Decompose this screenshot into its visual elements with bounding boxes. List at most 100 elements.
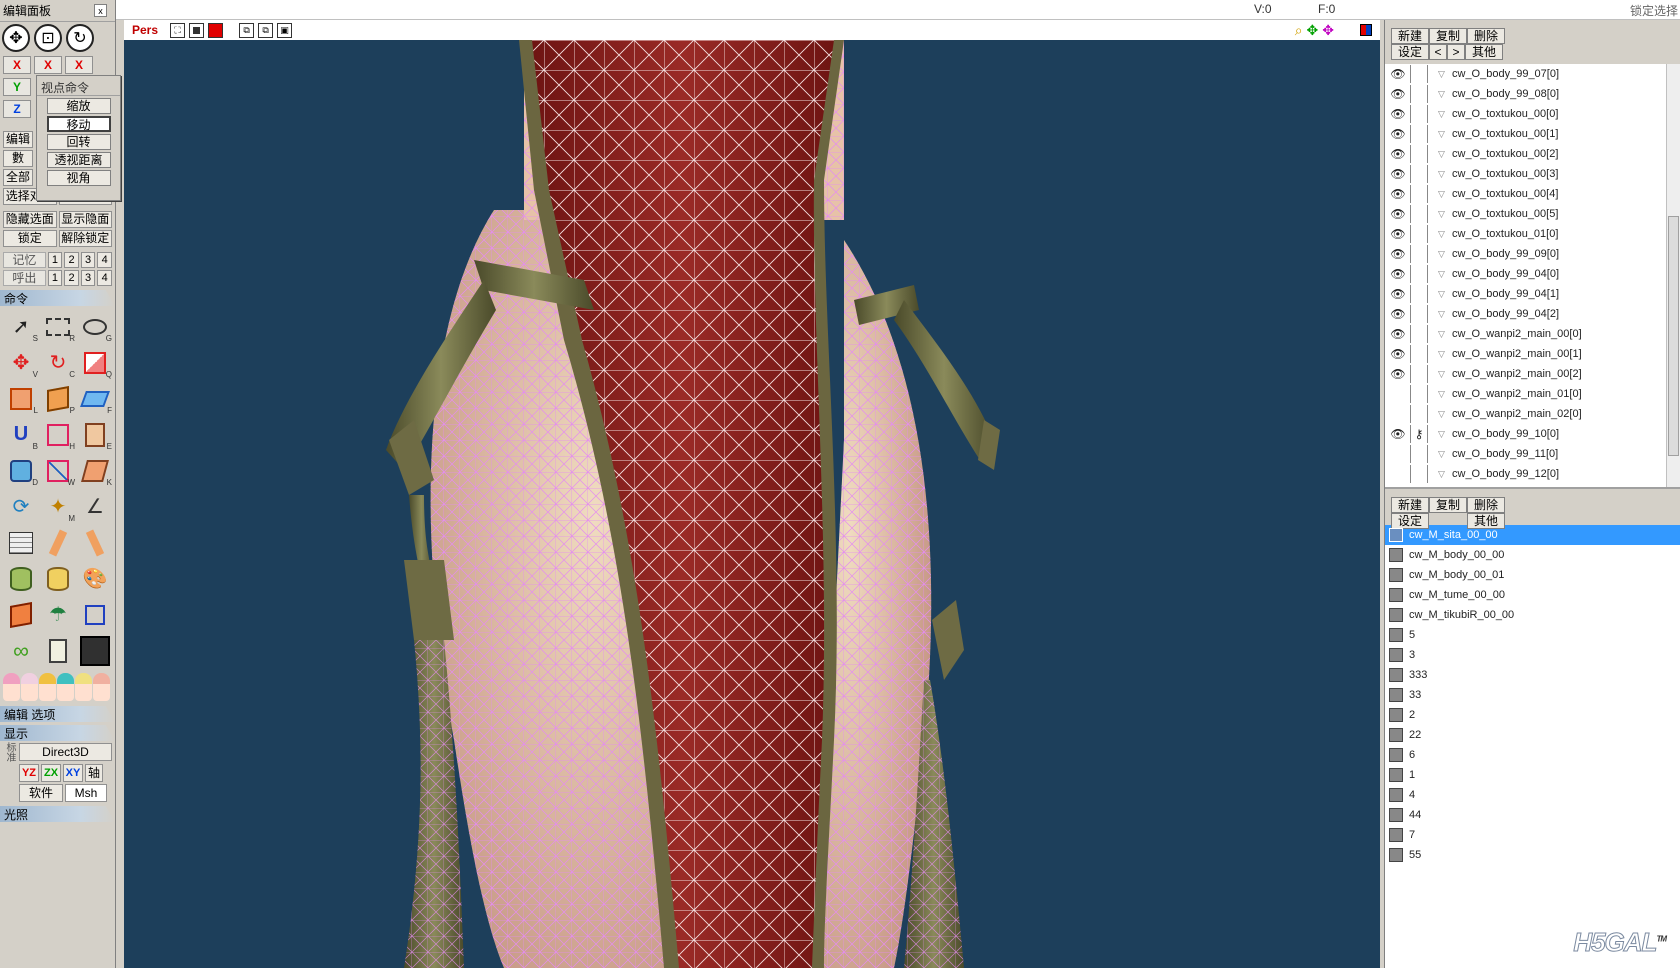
expand-triangle-icon[interactable]: ▽: [1438, 149, 1448, 160]
recall-slot-4[interactable]: 4: [97, 270, 112, 286]
object-row[interactable]: 👁 ▽ cw_O_toxtukou_00[5]: [1385, 204, 1680, 224]
edit-options-header[interactable]: 编辑 选项: [0, 706, 115, 722]
magic-wand-icon[interactable]: ✦ M: [41, 490, 75, 523]
umbrella-icon[interactable]: ☂: [41, 598, 75, 631]
pan-arrows-icon[interactable]: ✥: [1307, 22, 1319, 39]
expand-triangle-icon[interactable]: ▽: [1438, 209, 1448, 220]
export-icon[interactable]: [4, 598, 38, 631]
delete-material-button[interactable]: 删除: [1467, 497, 1505, 513]
memory-slot-3[interactable]: 3: [80, 252, 96, 268]
view-angle-button[interactable]: 视角: [46, 170, 111, 186]
knife-icon[interactable]: H: [41, 418, 75, 451]
eye-hidden-icon[interactable]: [1389, 465, 1407, 483]
eye-icon[interactable]: 👁: [1389, 265, 1407, 283]
object-prev-button[interactable]: <: [1429, 44, 1447, 60]
material-swatch[interactable]: [1389, 568, 1403, 582]
cylinder-icon[interactable]: [4, 562, 38, 595]
expand-triangle-icon[interactable]: ▽: [1438, 469, 1448, 480]
material-swatch[interactable]: [1389, 608, 1403, 622]
eye-icon[interactable]: 👁: [1389, 305, 1407, 323]
paint-bucket-icon[interactable]: [41, 562, 75, 595]
lock-empty-icon[interactable]: [1410, 65, 1428, 83]
object-row[interactable]: 👁 ▽ cw_O_body_99_04[0]: [1385, 264, 1680, 284]
axis-x-button-2[interactable]: X: [34, 56, 62, 74]
recall-slot-3[interactable]: 3: [80, 270, 96, 286]
copy-view-icon[interactable]: ⧉: [239, 22, 255, 38]
material-row[interactable]: cw_M_body_00_01: [1385, 565, 1680, 585]
material-swatch[interactable]: [1389, 728, 1403, 742]
rotate-view-icon[interactable]: ↻: [66, 24, 94, 52]
lock-empty-icon[interactable]: [1410, 125, 1428, 143]
copy-material-button[interactable]: 复制: [1429, 497, 1467, 513]
plane-yz-button[interactable]: YZ: [19, 764, 39, 782]
axis-z-button[interactable]: Z: [3, 100, 31, 118]
object-row[interactable]: ▽ cw_O_wanpi2_main_01[0]: [1385, 384, 1680, 404]
face-icon[interactable]: F: [78, 382, 112, 415]
eye-icon[interactable]: 👁: [1389, 85, 1407, 103]
rotate-icon[interactable]: ↻ C: [41, 346, 75, 379]
palette-icon[interactable]: 🎨: [78, 562, 112, 595]
projection-mode-label[interactable]: Pers: [132, 23, 158, 37]
expand-triangle-icon[interactable]: ▽: [1438, 69, 1448, 80]
material-row[interactable]: 22: [1385, 725, 1680, 745]
lasso-select-icon[interactable]: G: [78, 310, 112, 343]
material-swatch[interactable]: [1389, 588, 1403, 602]
object-row[interactable]: ▽ cw_O_body_99_12[0]: [1385, 464, 1680, 484]
eye-icon[interactable]: 👁: [1389, 145, 1407, 163]
all-button[interactable]: 全部: [3, 169, 33, 186]
lock-empty-icon[interactable]: [1410, 445, 1428, 463]
save-view-icon[interactable]: ▣: [277, 22, 293, 38]
move-view-icon[interactable]: ✥: [2, 24, 30, 52]
eye-icon[interactable]: 👁: [1389, 285, 1407, 303]
expand-triangle-icon[interactable]: ▽: [1438, 249, 1448, 260]
expand-triangle-icon[interactable]: ▽: [1438, 429, 1448, 440]
zoom-search-icon[interactable]: ⌕: [1295, 22, 1303, 39]
light-header[interactable]: 光照: [0, 806, 115, 822]
expand-triangle-icon[interactable]: ▽: [1438, 409, 1448, 420]
zoom-button[interactable]: 缩放: [46, 98, 111, 114]
plane-zx-button[interactable]: ZX: [41, 764, 61, 782]
unlock-button[interactable]: 解除锁定: [58, 230, 112, 247]
bend-icon[interactable]: [78, 526, 112, 559]
lock-empty-icon[interactable]: [1410, 465, 1428, 483]
eye-icon[interactable]: 👁: [1389, 345, 1407, 363]
material-row[interactable]: cw_M_tikubiR_00_00: [1385, 605, 1680, 625]
expand-triangle-icon[interactable]: ▽: [1438, 169, 1448, 180]
expand-triangle-icon[interactable]: ▽: [1438, 269, 1448, 280]
expand-triangle-icon[interactable]: ▽: [1438, 129, 1448, 140]
material-swatch[interactable]: [1389, 528, 1403, 542]
material-swatch[interactable]: [1389, 708, 1403, 722]
material-row[interactable]: 6: [1385, 745, 1680, 765]
object-row[interactable]: ▽ cw_O_body_99_11[0]: [1385, 444, 1680, 464]
material-row[interactable]: 1: [1385, 765, 1680, 785]
polygon-icon[interactable]: L: [4, 382, 38, 415]
material-row[interactable]: 3: [1385, 645, 1680, 665]
chibi-5-icon[interactable]: [75, 673, 92, 701]
eye-icon[interactable]: 👁: [1389, 165, 1407, 183]
object-row[interactable]: 👁 ▽ cw_O_toxtukou_00[3]: [1385, 164, 1680, 184]
lock-empty-icon[interactable]: [1410, 105, 1428, 123]
material-swatch[interactable]: [1389, 748, 1403, 762]
software-button[interactable]: 软件: [19, 784, 63, 802]
eye-hidden-icon[interactable]: [1389, 405, 1407, 423]
show-hidden-button[interactable]: 显示隐面: [58, 211, 112, 228]
eye-icon[interactable]: 👁: [1389, 365, 1407, 383]
material-row[interactable]: 4: [1385, 785, 1680, 805]
red-fill-icon[interactable]: [208, 22, 224, 38]
object-other-button[interactable]: 其他: [1465, 44, 1503, 60]
expand-triangle-icon[interactable]: ▽: [1438, 289, 1448, 300]
msh-button[interactable]: Msh: [65, 784, 107, 802]
magnet-icon[interactable]: UB: [4, 418, 38, 451]
delete-icon[interactable]: D: [4, 454, 38, 487]
eye-icon[interactable]: 👁: [1389, 425, 1407, 443]
chibi-3-icon[interactable]: [39, 673, 56, 701]
chibi-6-icon[interactable]: [93, 673, 110, 701]
material-row[interactable]: 7: [1385, 825, 1680, 845]
material-swatch[interactable]: [1389, 848, 1403, 862]
select-arrow-icon[interactable]: ➚ S: [4, 310, 38, 343]
axis-y-button[interactable]: Y: [3, 78, 31, 96]
recall-slot-1[interactable]: 1: [47, 270, 63, 286]
vertex-icon[interactable]: [78, 598, 112, 631]
lock-selection-toggle[interactable]: 锁定选择: [1630, 2, 1678, 19]
lock-empty-icon[interactable]: [1410, 325, 1428, 343]
